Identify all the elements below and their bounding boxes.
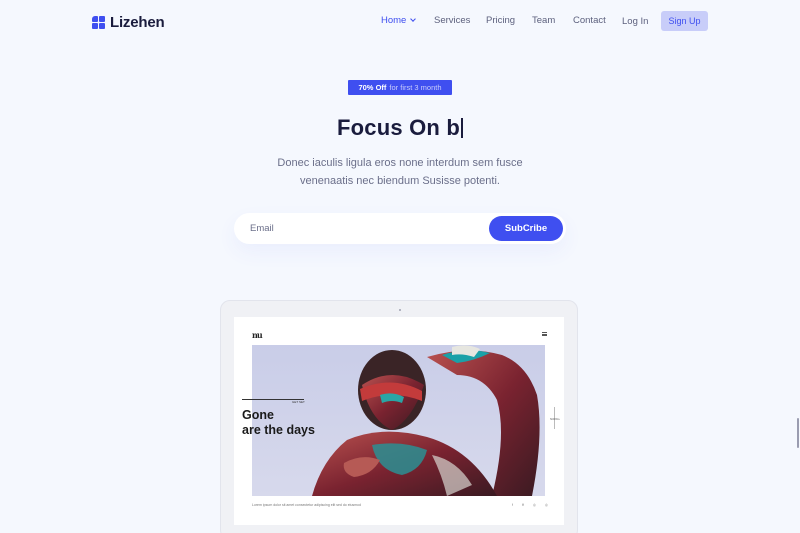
nav-home[interactable]: Home (381, 15, 417, 26)
signup-button[interactable]: Sign Up (661, 11, 708, 31)
grid-logo-icon (92, 16, 105, 29)
mockup-footer-text: Lorem ipsum dolor sit amet consectetur a… (252, 503, 361, 507)
camera-dot (399, 309, 401, 311)
promo-text: for first 3 month (389, 83, 442, 92)
hero-title: Focus On b (0, 115, 800, 141)
page-scrollbar[interactable] (797, 418, 799, 448)
mockup-logo: nu (252, 330, 263, 340)
subscribe-form: Email SubCribe (234, 213, 566, 244)
promo-badge: 70% Off for first 3 month (348, 80, 452, 95)
scroll-label: SCROLL (550, 418, 561, 421)
typing-cursor (461, 118, 463, 138)
subscribe-button[interactable]: SubCribe (489, 216, 563, 241)
nav-pricing[interactable]: Pricing (486, 15, 515, 26)
mockup-small-label: GET SET (292, 400, 305, 404)
mockup-screen: nu GET SET Gone are the days SCROLL Lore… (234, 317, 564, 525)
nav-team[interactable]: Team (532, 15, 555, 26)
hamburger-menu-icon (542, 332, 547, 336)
mockup-headline-line2: are the days (242, 423, 315, 437)
email-input[interactable]: Email (250, 213, 274, 244)
tablet-mockup: nu GET SET Gone are the days SCROLL Lore… (220, 300, 578, 533)
brand-name: Lizehen (110, 14, 165, 31)
mockup-headline: Gone are the days (242, 408, 315, 438)
brand-logo[interactable]: Lizehen (92, 14, 165, 31)
nav-login[interactable]: Log In (622, 16, 648, 27)
chevron-down-icon (410, 16, 417, 22)
nav-contact[interactable]: Contact (573, 15, 606, 26)
nav-home-label: Home (381, 15, 407, 26)
promo-discount: 70% Off (358, 83, 387, 92)
hero-title-text: Focus On b (337, 115, 460, 140)
nav-services[interactable]: Services (434, 15, 470, 26)
mockup-headline-line1: Gone (242, 408, 274, 422)
mockup-social-icons: f ¥ ◎ ◎ (512, 503, 552, 507)
hero-description: Donec iaculis ligula eros none interdum … (277, 157, 523, 187)
